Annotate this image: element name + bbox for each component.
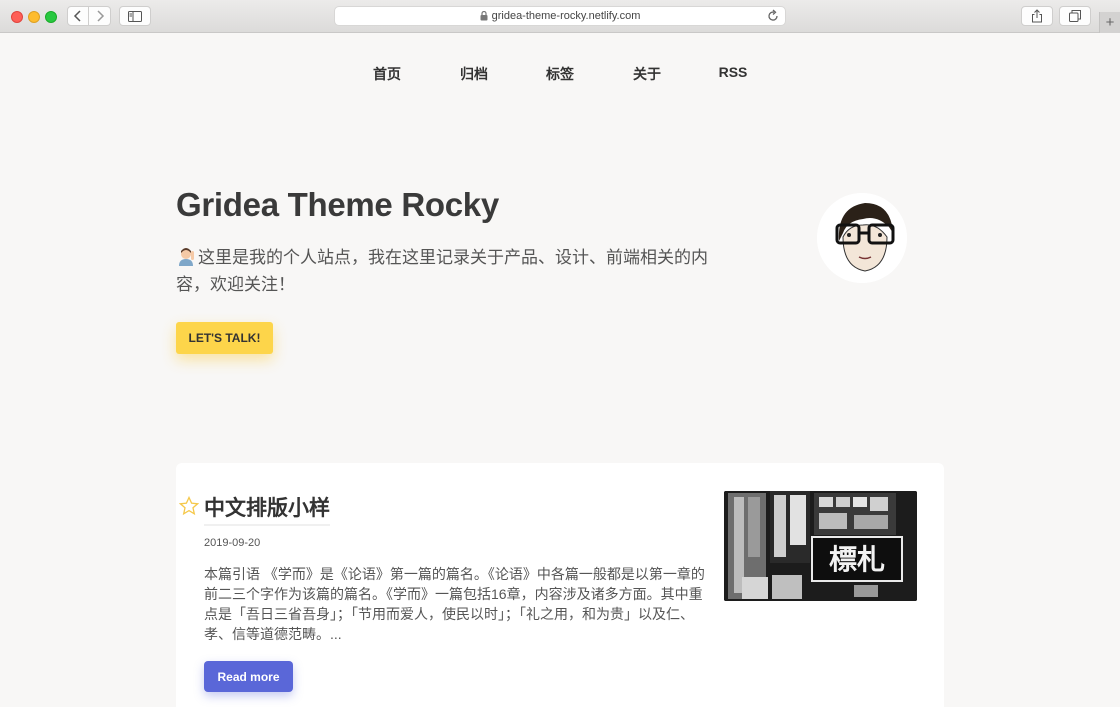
person-raising-hand-emoji-icon bbox=[179, 248, 194, 266]
post-thumbnail[interactable]: 標札 bbox=[724, 491, 917, 601]
url-text: gridea-theme-rocky.netlify.com bbox=[491, 10, 641, 22]
author-avatar bbox=[817, 193, 907, 283]
avatar-illustration bbox=[817, 193, 907, 283]
tabs-icon bbox=[1069, 10, 1081, 22]
close-window-button[interactable] bbox=[11, 11, 23, 23]
star-icon bbox=[179, 496, 199, 516]
thumbnail-photo: 標札 bbox=[724, 491, 917, 601]
lock-icon bbox=[480, 11, 488, 21]
lets-talk-button[interactable]: LET'S TALK! bbox=[176, 322, 273, 354]
reload-icon[interactable] bbox=[767, 9, 779, 23]
site-description: 这里是我的个人站点，我在这里记录关于产品、设计、前端相关的内容，欢迎关注！ bbox=[176, 244, 736, 298]
nav-item-home[interactable]: 首页 bbox=[373, 64, 401, 84]
minimize-window-button[interactable] bbox=[28, 11, 40, 23]
site-description-text: 这里是我的个人站点，我在这里记录关于产品、设计、前端相关的内容，欢迎关注！ bbox=[176, 248, 708, 294]
share-button[interactable] bbox=[1021, 6, 1053, 26]
sidebar-toggle-button[interactable] bbox=[119, 6, 151, 26]
nav-item-rss[interactable]: RSS bbox=[719, 64, 748, 80]
address-bar[interactable]: gridea-theme-rocky.netlify.com bbox=[334, 6, 786, 26]
nav-item-about[interactable]: 关于 bbox=[633, 64, 661, 84]
site-title: Gridea Theme Rocky bbox=[176, 186, 499, 223]
post-title-link[interactable]: 中文排版小样 bbox=[204, 492, 330, 526]
nav-item-tags[interactable]: 标签 bbox=[546, 64, 574, 84]
chevron-left-icon bbox=[73, 10, 81, 22]
share-icon bbox=[1032, 9, 1042, 23]
post-excerpt: 本篇引语 《学而》是《论语》第一篇的篇名。《论语》中各篇一般都是以第一章的前二三… bbox=[204, 566, 705, 642]
browser-toolbar: gridea-theme-rocky.netlify.com + bbox=[0, 0, 1120, 33]
post-date: 2019-09-20 bbox=[204, 537, 261, 549]
zoom-window-button[interactable] bbox=[45, 11, 57, 23]
sidebar-icon bbox=[128, 10, 142, 22]
forward-button[interactable] bbox=[89, 6, 111, 26]
chevron-right-icon bbox=[96, 10, 104, 22]
tab-overview-button[interactable] bbox=[1059, 6, 1091, 26]
site-nav: 首页 归档 标签 关于 RSS bbox=[0, 64, 1120, 84]
thumbnail-sign-text: 標札 bbox=[829, 543, 885, 576]
read-more-button[interactable]: Read more bbox=[204, 661, 293, 692]
back-button[interactable] bbox=[67, 6, 89, 26]
new-tab-button[interactable]: + bbox=[1099, 12, 1120, 33]
post-card: 中文排版小样 2019-09-20 本篇引语 《学而》是《论语》第一篇的篇名。《… bbox=[176, 463, 944, 707]
nav-item-archive[interactable]: 归档 bbox=[460, 64, 488, 84]
